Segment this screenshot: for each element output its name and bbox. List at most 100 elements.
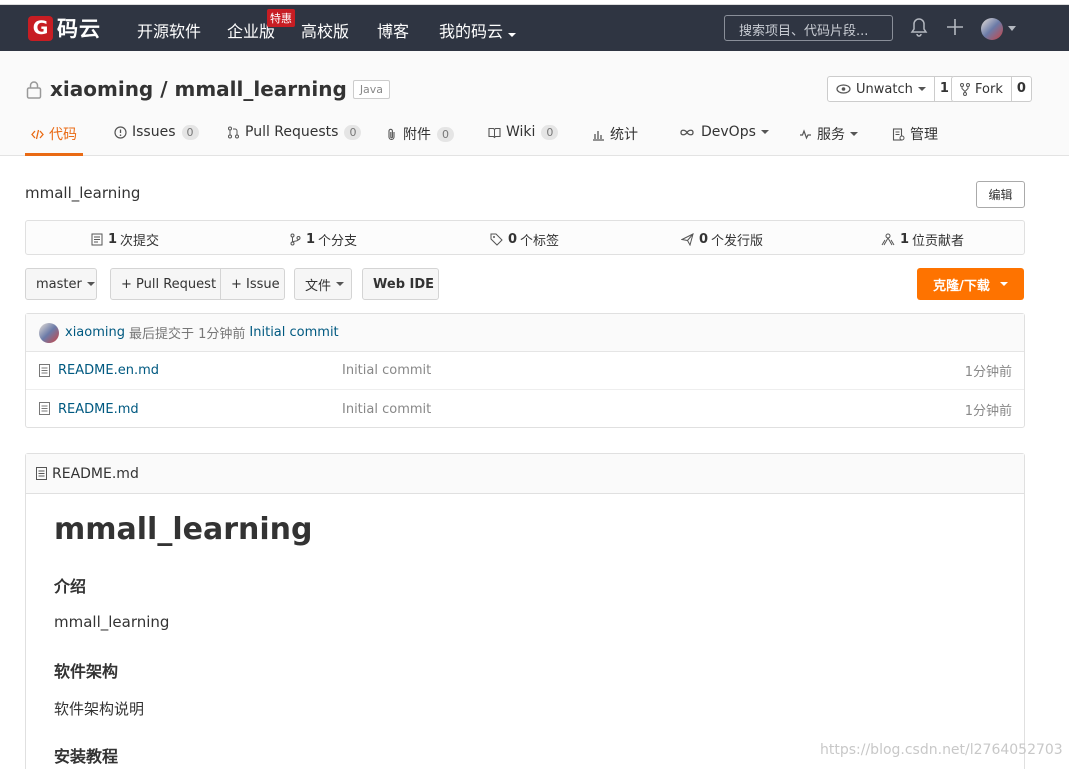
tab-attachments-label: 附件	[403, 127, 431, 143]
web-ide-button[interactable]: Web IDE	[362, 268, 439, 300]
nav-badge-sale: 特惠	[267, 9, 295, 27]
tab-pull-requests-label: Pull Requests	[245, 124, 339, 140]
file-icon	[36, 467, 47, 480]
stat-tags-num: 0	[508, 232, 518, 247]
files-menu-label: 文件	[305, 278, 332, 294]
readme-title: mmall_learning	[54, 512, 313, 547]
repo-separator: /	[153, 77, 175, 101]
eye-icon	[836, 84, 851, 94]
clone-download-button[interactable]: 克隆/下载	[917, 268, 1024, 300]
commit-message[interactable]: Initial commit	[249, 325, 338, 340]
files-menu-button[interactable]: 文件	[294, 268, 352, 300]
tab-services[interactable]: 服务	[799, 124, 858, 144]
watch-label: Unwatch	[856, 81, 913, 97]
stat-releases-label: 个发行版	[711, 234, 764, 249]
fork-label-wrap: Fork	[952, 77, 1011, 101]
tab-services-label: 服务	[817, 127, 845, 143]
language-tag[interactable]: Java	[352, 79, 391, 99]
plus-icon[interactable]	[946, 18, 964, 36]
file-row[interactable]: README.en.md Initial commit 1分钟前	[26, 352, 1024, 390]
fork-button[interactable]: Fork 0	[951, 76, 1032, 102]
logo-mark: G	[28, 15, 53, 41]
chevron-down-icon	[850, 132, 858, 136]
tab-stats[interactable]: 统计	[592, 124, 638, 144]
stat-contributors[interactable]: 1 位贡献者	[881, 230, 964, 249]
stat-releases[interactable]: 0 个发行版	[681, 230, 763, 249]
contributors-icon	[881, 233, 895, 246]
branch-select-label: master	[36, 276, 82, 292]
new-pull-request-button[interactable]: + Pull Request	[110, 268, 221, 300]
tab-code[interactable]: 代码	[31, 124, 77, 144]
tab-code-label: 代码	[49, 127, 77, 143]
readme-filename: README.md	[52, 465, 139, 482]
nav-blog[interactable]: 博客	[377, 18, 409, 42]
commit-author-avatar[interactable]	[39, 322, 59, 343]
tab-issues[interactable]: Issues 0	[114, 124, 199, 140]
gitee-logo[interactable]: G 码云	[28, 15, 101, 41]
tab-pull-requests[interactable]: Pull Requests 0	[227, 124, 362, 140]
repo-name[interactable]: mmall_learning	[174, 77, 346, 101]
readme-heading: 安装教程	[54, 747, 119, 766]
settings-doc-icon	[892, 127, 905, 141]
branch-select[interactable]: master	[25, 268, 97, 300]
chevron-down-icon	[336, 282, 345, 286]
commit-doc-icon	[91, 233, 103, 246]
nav-university[interactable]: 高校版	[301, 18, 349, 42]
avatar-chevron-down-icon[interactable]	[1008, 26, 1016, 31]
logo-text: 码云	[57, 17, 101, 41]
commit-meta: 最后提交于 1分钟前	[129, 327, 246, 342]
readme-heading: 介绍	[54, 577, 87, 596]
watermark: https://blog.csdn.net/l2764052703	[820, 742, 1063, 758]
fork-icon	[960, 82, 970, 96]
infinity-icon	[680, 129, 694, 135]
file-icon	[39, 402, 50, 415]
tab-wiki-label: Wiki	[506, 124, 536, 140]
tab-issues-label: Issues	[132, 124, 176, 140]
chevron-down-icon	[86, 282, 95, 286]
watch-label-wrap: Unwatch	[828, 77, 934, 101]
fork-count[interactable]: 0	[1010, 77, 1031, 101]
tab-manage[interactable]: 管理	[892, 124, 938, 144]
search-input[interactable]: 搜索项目、代码片段...	[724, 15, 893, 41]
tab-devops[interactable]: DevOps	[678, 124, 769, 140]
file-commit-message[interactable]: Initial commit	[342, 402, 431, 417]
chevron-down-icon	[760, 130, 769, 134]
repo-owner[interactable]: xiaoming	[50, 77, 153, 101]
new-issue-button[interactable]: + Issue	[220, 268, 285, 300]
repo-description: mmall_learning	[25, 184, 141, 202]
fork-label: Fork	[975, 81, 1003, 97]
stat-tags[interactable]: 0 个标签	[490, 230, 559, 249]
readme-heading: 软件架构	[54, 662, 119, 681]
tab-attachments-count: 0	[437, 126, 454, 142]
nav-open-source[interactable]: 开源软件	[137, 18, 201, 42]
top-nav: G 码云 开源软件 企业版 特惠 高校版 博客 我的码云 搜索项目、代码片段..…	[0, 5, 1069, 51]
repo-stats-bar: 1 次提交 1 个分支 0 个标签 0 个发行版 1 位贡献者	[25, 220, 1025, 255]
clone-download-label: 克隆/下载	[933, 278, 990, 294]
stat-branches-label: 个分支	[318, 234, 358, 249]
stat-releases-num: 0	[699, 232, 709, 247]
tab-wiki[interactable]: Wiki 0	[488, 124, 559, 140]
latest-commit-row: xiaoming 最后提交于 1分钟前 Initial commit	[26, 314, 1024, 352]
chevron-down-icon	[999, 282, 1008, 286]
chevron-down-icon	[917, 87, 926, 91]
book-icon	[488, 127, 501, 138]
nav-my-gitee[interactable]: 我的码云	[439, 18, 517, 42]
commit-author[interactable]: xiaoming	[65, 325, 125, 340]
stat-commits[interactable]: 1 次提交	[91, 230, 159, 249]
file-commit-message[interactable]: Initial commit	[342, 363, 431, 378]
file-commit-time: 1分钟前	[964, 403, 1012, 419]
pull-request-icon	[228, 126, 239, 138]
stat-branches[interactable]: 1 个分支	[290, 230, 357, 249]
edit-button[interactable]: 编辑	[976, 181, 1025, 208]
file-name[interactable]: README.md	[58, 402, 139, 417]
user-avatar[interactable]	[981, 18, 1003, 40]
file-name[interactable]: README.en.md	[58, 363, 159, 378]
tab-stats-label: 统计	[610, 127, 638, 143]
watch-button[interactable]: Unwatch 1	[827, 76, 955, 102]
active-tab-indicator	[25, 153, 83, 156]
stat-tags-label: 个标签	[520, 234, 560, 249]
tab-attachments[interactable]: 附件 0	[385, 124, 454, 144]
file-row[interactable]: README.md Initial commit 1分钟前	[26, 390, 1024, 428]
bell-icon[interactable]	[910, 17, 928, 37]
file-commit-time: 1分钟前	[964, 365, 1012, 380]
